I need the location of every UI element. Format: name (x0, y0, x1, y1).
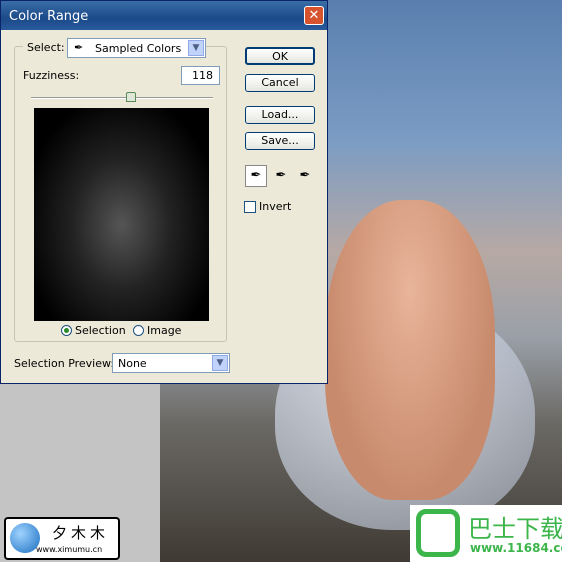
selection-preview-image (34, 108, 209, 321)
selection-preview-dropdown[interactable]: None ▼ (112, 353, 230, 373)
watermark-right-text: 巴士下载 (468, 515, 562, 543)
load-button[interactable]: Load... (245, 106, 315, 124)
11684-watermark: 巴士下载 www.11684.com (410, 505, 562, 562)
eyedropper-icon: ✒ (250, 168, 262, 183)
image-radio-label: Image (147, 324, 182, 337)
chevron-down-icon: ▼ (188, 40, 204, 56)
eyedropper-plus-icon: ✒ (275, 168, 287, 183)
select-dropdown[interactable]: ✒ Sampled Colors ▼ (67, 38, 206, 58)
eyedropper-icon: ✒ (74, 41, 84, 54)
watermark-left-text: 夕木木 (52, 524, 110, 542)
cancel-button[interactable]: Cancel (245, 74, 315, 92)
invert-label: Invert (259, 200, 292, 213)
watermark-right-url: www.11684.com (470, 541, 562, 555)
subtract-from-sample-tool[interactable]: ✒ (294, 165, 316, 187)
eyedropper-tool[interactable]: ✒ (245, 165, 267, 187)
watermark-left-url: www.ximumu.cn (36, 545, 103, 554)
close-button[interactable]: ✕ (304, 6, 324, 25)
fuzziness-input[interactable]: 118 (181, 66, 220, 85)
ok-button[interactable]: OK (245, 47, 315, 65)
add-to-sample-tool[interactable]: ✒ (270, 165, 292, 187)
hamster-image (325, 200, 495, 500)
title-bar[interactable]: Color Range (1, 1, 327, 30)
fuzziness-slider-track[interactable] (31, 97, 213, 99)
fuzziness-slider-thumb[interactable] (126, 92, 137, 102)
ximumu-watermark: 夕木木 www.ximumu.cn (4, 517, 120, 560)
close-icon: ✕ (308, 8, 320, 23)
select-value: Sampled Colors (95, 42, 182, 55)
eyedropper-minus-icon: ✒ (299, 168, 311, 183)
selection-radio-label: Selection (75, 324, 126, 337)
save-button[interactable]: Save... (245, 132, 315, 150)
chevron-down-icon: ▼ (212, 355, 228, 371)
selection-preview-value: None (118, 357, 147, 370)
logo-bus-icon (416, 509, 460, 557)
color-range-dialog: Color Range ✕ Select: ✒ Sampled Colors ▼… (0, 0, 328, 384)
dialog-title: Color Range (9, 9, 89, 24)
invert-checkbox[interactable] (244, 201, 256, 213)
select-label: Select: (23, 41, 69, 54)
fuzziness-label: Fuzziness: (23, 69, 80, 82)
selection-preview-label: Selection Preview: (14, 357, 115, 370)
image-radio[interactable] (133, 325, 144, 336)
selection-radio[interactable] (61, 325, 72, 336)
